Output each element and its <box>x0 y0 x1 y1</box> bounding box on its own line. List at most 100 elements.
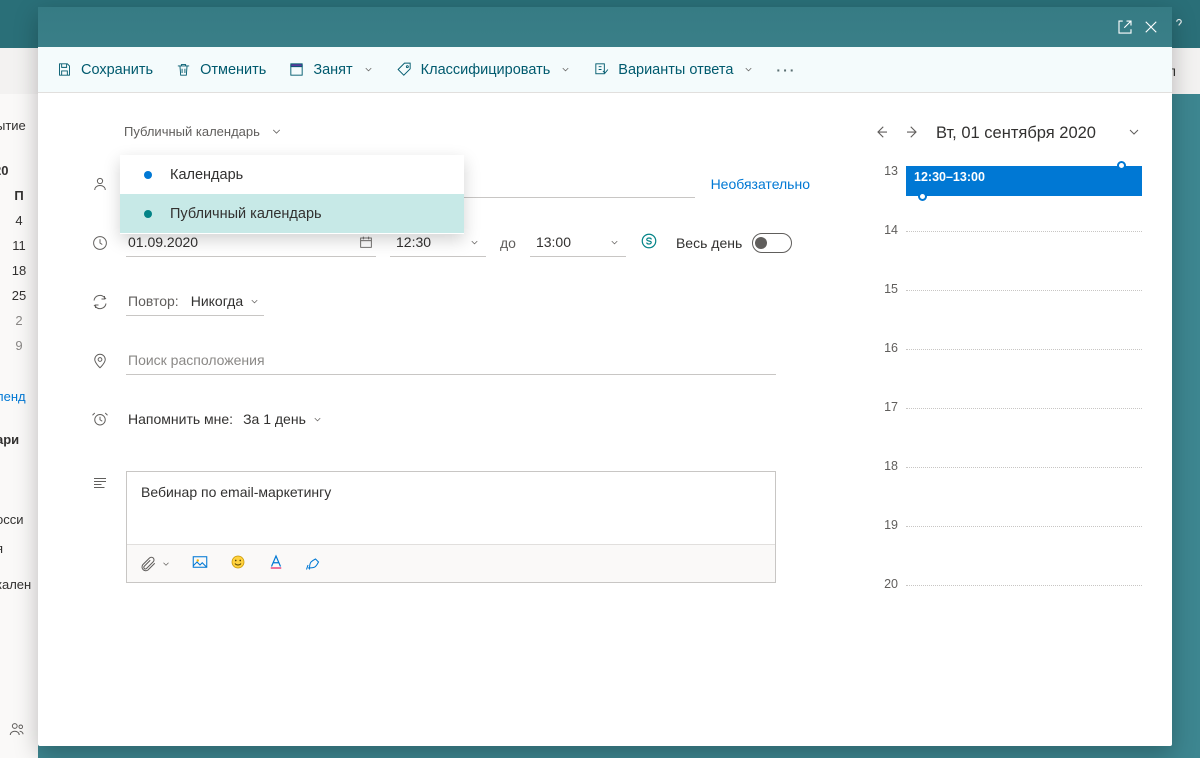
image-button[interactable] <box>191 553 209 574</box>
repeat-label: Повтор: <box>128 293 179 309</box>
save-button[interactable]: Сохранить <box>56 61 153 78</box>
all-day-group: Весь день <box>676 233 792 253</box>
start-time-value: 12:30 <box>396 234 431 250</box>
more-button[interactable]: ··· <box>776 62 796 78</box>
classify-button[interactable]: Классифицировать <box>396 61 572 78</box>
end-time-input[interactable]: 13:00 <box>530 228 626 257</box>
chevron-down-icon <box>249 296 260 307</box>
cancel-button[interactable]: Отменить <box>175 61 266 78</box>
save-icon <box>56 61 73 78</box>
clock-icon <box>90 233 110 253</box>
hour-label: 14 <box>878 223 906 290</box>
dialog-titlebar <box>38 7 1172 47</box>
dialog-ribbon: Сохранить Отменить Занят Классифицироват… <box>38 47 1172 93</box>
response-label: Варианты ответа <box>618 62 733 78</box>
chevron-down-icon <box>609 237 620 248</box>
bg-word: осси <box>0 506 38 535</box>
timeline[interactable]: 12:30–13:00 13 14 15 16 17 18 19 20 <box>878 172 1142 644</box>
hour-label: 19 <box>878 518 906 585</box>
ink-button[interactable] <box>305 553 323 574</box>
bg-day: 11 <box>0 238 38 253</box>
event-handle-top[interactable] <box>1117 161 1126 170</box>
reminder-icon <box>90 409 110 429</box>
text-format-button[interactable] <box>267 553 285 574</box>
chevron-down-icon <box>363 64 374 75</box>
bg-day: 2 <box>0 313 38 328</box>
bg-word: кален <box>0 571 38 600</box>
calendar-option-label: Публичный календарь <box>170 206 322 222</box>
event-time-label: 12:30–13:00 <box>914 170 985 184</box>
chevron-down-icon <box>270 125 283 138</box>
calendar-picker-label: Публичный календарь <box>124 124 260 139</box>
repeat-select[interactable]: Повтор: Никогда <box>126 287 264 316</box>
attach-button[interactable] <box>139 555 171 573</box>
tag-icon <box>396 61 413 78</box>
reminder-row: Напомнить мне: За 1 день <box>90 405 812 433</box>
bg-left-col: ытие 20 П 4 11 18 25 2 9 ленд ари осси я… <box>0 94 38 758</box>
classify-label: Классифицировать <box>421 62 551 78</box>
chevron-down-icon <box>312 414 323 425</box>
busy-icon <box>288 61 305 78</box>
to-label: до <box>500 235 516 251</box>
schedule-expand[interactable] <box>1126 124 1142 143</box>
event-handle-bottom[interactable] <box>918 192 927 201</box>
text-format-icon <box>267 553 285 571</box>
bg-day-header: П <box>0 188 38 203</box>
reminder-label: Напомнить мне: <box>128 411 233 427</box>
help-icon[interactable] <box>1170 15 1188 33</box>
hour-label: 17 <box>878 400 906 467</box>
popout-button[interactable] <box>1112 14 1138 40</box>
event-block[interactable]: 12:30–13:00 <box>906 166 1142 196</box>
response-button[interactable]: Варианты ответа <box>593 61 754 78</box>
arrow-right-icon <box>904 123 922 141</box>
hour-label: 15 <box>878 282 906 349</box>
hour-label: 13 <box>878 164 906 231</box>
bg-year: 20 <box>0 163 38 178</box>
location-row <box>90 346 812 375</box>
dot-icon <box>144 171 152 179</box>
calendar-option[interactable]: Календарь <box>120 155 464 194</box>
calendar-option-selected[interactable]: Публичный календарь <box>120 194 464 233</box>
optional-link[interactable]: Необязательно <box>711 176 810 192</box>
chevron-down-icon <box>560 64 571 75</box>
people-button[interactable] <box>8 720 30 742</box>
calendar-icon <box>358 234 374 250</box>
date-value: 01.09.2020 <box>128 234 198 250</box>
bg-event-snip: ытие <box>0 118 38 133</box>
hour-label: 20 <box>878 577 906 644</box>
bg-day: 18 <box>0 263 38 278</box>
description-box: Вебинар по email-маркетингу <box>126 471 776 583</box>
location-input[interactable] <box>126 346 776 375</box>
description-editor[interactable]: Вебинар по email-маркетингу <box>127 472 775 544</box>
arrow-left-icon <box>872 123 890 141</box>
calendar-picker[interactable]: Публичный календарь <box>124 124 283 139</box>
all-day-label: Весь день <box>676 235 742 251</box>
hour-label: 16 <box>878 341 906 408</box>
trash-icon <box>175 61 192 78</box>
event-dialog: Сохранить Отменить Занят Классифицироват… <box>38 7 1172 746</box>
bg-day: 4 <box>0 213 38 228</box>
bg-word: я <box>0 535 38 564</box>
bg-day: 25 <box>0 288 38 303</box>
busy-button[interactable]: Занят <box>288 61 373 78</box>
bg-word: ари <box>0 426 38 455</box>
event-form: Публичный календарь Календарь Публичный … <box>38 93 842 746</box>
chevron-down-icon <box>1126 124 1142 140</box>
calendar-option-label: Календарь <box>170 167 243 183</box>
chevron-down-icon <box>161 559 171 569</box>
next-day-button[interactable] <box>904 123 922 144</box>
chevron-down-icon <box>743 64 754 75</box>
reminder-select[interactable]: Напомнить мне: За 1 день <box>126 405 327 433</box>
reminder-value: За 1 день <box>243 411 306 427</box>
emoji-button[interactable] <box>229 553 247 574</box>
pen-icon <box>305 553 323 571</box>
prev-day-button[interactable] <box>872 123 890 144</box>
repeat-value: Никогда <box>191 293 243 309</box>
all-day-toggle[interactable] <box>752 233 792 253</box>
repeat-icon <box>90 292 110 312</box>
skype-button[interactable] <box>640 232 658 253</box>
busy-label: Занят <box>313 62 352 78</box>
close-button[interactable] <box>1138 14 1164 40</box>
emoji-icon <box>229 553 247 571</box>
save-label: Сохранить <box>81 62 153 78</box>
